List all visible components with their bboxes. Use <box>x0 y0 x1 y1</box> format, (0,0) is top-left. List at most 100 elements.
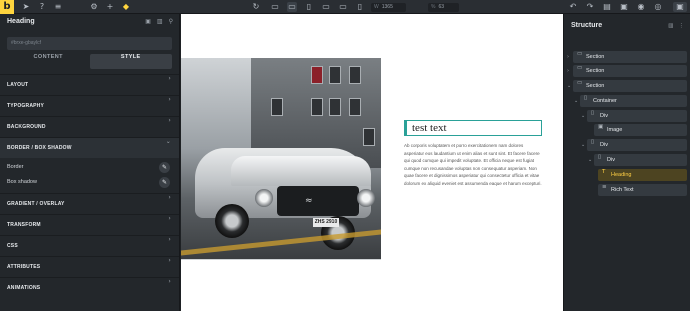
section-label: ATTRIBUTES <box>7 264 41 270</box>
layers-icon[interactable]: ≡ <box>53 2 63 12</box>
help-icon[interactable]: ? <box>37 2 47 12</box>
section-gradient-overlay[interactable]: GRADIENT / OVERLAY › <box>0 193 179 214</box>
border-label: Border <box>7 164 24 170</box>
structure-node-div[interactable]: ▯ Div <box>587 139 687 151</box>
section-label: ANIMATIONS <box>7 285 41 291</box>
laptop-icon[interactable]: ▭ <box>287 2 297 12</box>
image-icon: ▣ <box>598 124 604 130</box>
chevron-down-icon: ⌄ <box>165 138 171 145</box>
section-typography[interactable]: TYPOGRAPHY › <box>0 95 179 116</box>
chevron-down-icon[interactable]: ⌄ <box>588 154 592 166</box>
edit-icon[interactable]: ✎ <box>159 162 170 173</box>
window <box>311 66 323 84</box>
window <box>329 98 341 116</box>
width-value: 1365 <box>381 4 393 10</box>
section-animations[interactable]: ANIMATIONS › <box>0 277 179 298</box>
structure-node-container[interactable]: ▯ Container <box>580 95 687 107</box>
div-icon: ▯ <box>591 110 595 116</box>
settings-icon[interactable]: ⚙ <box>89 2 99 12</box>
chevron-right-icon: › <box>168 96 171 103</box>
tablet-landscape-icon[interactable]: ▯ <box>304 2 314 12</box>
search-icon[interactable]: ⚲ <box>169 18 173 25</box>
tablet-icon[interactable]: ▭ <box>321 2 331 12</box>
section-label: TRANSFORM <box>7 222 41 228</box>
section-label: TYPOGRAPHY <box>7 103 45 109</box>
desktop-icon[interactable]: ▭ <box>270 2 280 12</box>
panel-title: Heading <box>7 18 35 25</box>
delete-icon[interactable]: ▥ <box>668 23 673 29</box>
zoom-input[interactable]: % 63 <box>428 3 459 12</box>
zoom-value: 63 <box>438 4 445 10</box>
builder-canvas[interactable]: ≈ ZHS 2910 test text Ab corporis volupta… <box>181 14 563 311</box>
save-icon[interactable]: ▣ <box>619 2 629 12</box>
tab-style[interactable]: STYLE <box>89 54 172 69</box>
template-icon[interactable]: ◆ <box>121 2 131 12</box>
cursor-icon[interactable]: ➤ <box>21 2 31 12</box>
heading-icon: T <box>602 169 606 175</box>
headlight <box>357 189 375 207</box>
chevron-right-icon: › <box>168 236 171 243</box>
refresh-icon[interactable]: ↻ <box>251 2 261 12</box>
chevron-right-icon[interactable]: › <box>567 65 569 77</box>
div-icon: ▯ <box>598 154 602 160</box>
mobile-icon[interactable]: ▯ <box>355 2 365 12</box>
structure-panel: Structure ▥ ⋮ › ▭ Section › ▭ Section ⌄ ▭ S… <box>563 14 690 311</box>
more-icon[interactable]: ⋮ <box>679 23 685 29</box>
window <box>271 98 283 116</box>
section-icon: ▭ <box>577 51 583 57</box>
top-toolbar: b ➤ ? ≡ ⚙ + ◆ ↻ ▭ ▭ ▯ ▭ ▭ ▯ W 1365 % 63 ↶ … <box>0 0 690 14</box>
delete-icon[interactable]: ▥ <box>157 18 163 25</box>
section-background[interactable]: BACKGROUND › <box>0 116 179 137</box>
settings-tabs: CONTENT STYLE <box>7 54 172 69</box>
structure-node-section[interactable]: ▭ Section <box>573 51 687 63</box>
wordpress-icon[interactable]: ◉ <box>636 2 646 12</box>
tab-content[interactable]: CONTENT <box>7 54 90 69</box>
undo-icon[interactable]: ↶ <box>568 2 578 12</box>
structure-node-section[interactable]: ▭ Section <box>573 65 687 77</box>
window <box>349 98 361 116</box>
redo-icon[interactable]: ↷ <box>585 2 595 12</box>
chevron-down-icon[interactable]: ⌄ <box>581 110 585 122</box>
chevron-down-icon[interactable]: ⌄ <box>581 139 585 151</box>
structure-node-heading[interactable]: T Heading <box>598 169 687 181</box>
chevron-right-icon: › <box>168 257 171 264</box>
section-border-box-shadow[interactable]: BORDER / BOX SHADOW ⌄ <box>0 137 179 158</box>
chevron-right-icon[interactable]: › <box>567 51 569 63</box>
heading-text[interactable]: test text <box>412 121 447 135</box>
publish-icon[interactable]: ▣ <box>673 2 687 12</box>
section-attributes[interactable]: ATTRIBUTES › <box>0 256 179 277</box>
headlight <box>255 189 273 207</box>
section-css[interactable]: CSS › <box>0 235 179 256</box>
selection-bar <box>405 121 407 135</box>
structure-node-div[interactable]: ▯ Div <box>587 110 687 122</box>
mobile-landscape-icon[interactable]: ▭ <box>338 2 348 12</box>
section-label: BORDER / BOX SHADOW <box>7 145 72 151</box>
section-transform[interactable]: TRANSFORM › <box>0 214 179 235</box>
rich-text-element[interactable]: Ab corporis voluptatem et porro exercita… <box>404 142 544 187</box>
heading-element[interactable]: test text <box>404 120 542 136</box>
structure-node-image[interactable]: ▣ Image <box>594 124 687 136</box>
structure-node-div[interactable]: ▯ Div <box>594 154 687 166</box>
structure-node-rich-text[interactable]: ≡ Rich Text <box>598 184 687 196</box>
page-builder: b ➤ ? ≡ ⚙ + ◆ ↻ ▭ ▭ ▯ ▭ ▭ ▯ W 1365 % 63 ↶ … <box>0 0 690 311</box>
chevron-down-icon[interactable]: ⌄ <box>567 80 571 92</box>
window <box>329 66 341 84</box>
preview-icon[interactable]: ◎ <box>653 2 663 12</box>
page-icon[interactable]: ▤ <box>602 2 612 12</box>
chevron-right-icon: › <box>168 215 171 222</box>
section-layout[interactable]: LAYOUT › <box>0 74 179 95</box>
structure-node-section[interactable]: ▭ Section <box>573 80 687 92</box>
canvas-width-input[interactable]: W 1365 <box>371 3 406 12</box>
car-grille: ≈ <box>277 186 359 216</box>
border-section-content: Border ✎ Box shadow ✎ <box>0 158 179 193</box>
window <box>363 128 375 146</box>
structure-header: Structure ▥ ⋮ <box>564 14 690 36</box>
window <box>349 66 361 84</box>
builder-logo[interactable]: b <box>0 0 14 14</box>
edit-icon[interactable]: ✎ <box>159 177 170 188</box>
copy-icon[interactable]: ▣ <box>145 18 151 25</box>
css-id-input[interactable]: #brxe-gbaylcf <box>7 37 172 50</box>
add-icon[interactable]: + <box>105 2 115 12</box>
chevron-down-icon[interactable]: ⌄ <box>574 95 578 107</box>
car-image[interactable]: ≈ ZHS 2910 <box>181 58 381 260</box>
